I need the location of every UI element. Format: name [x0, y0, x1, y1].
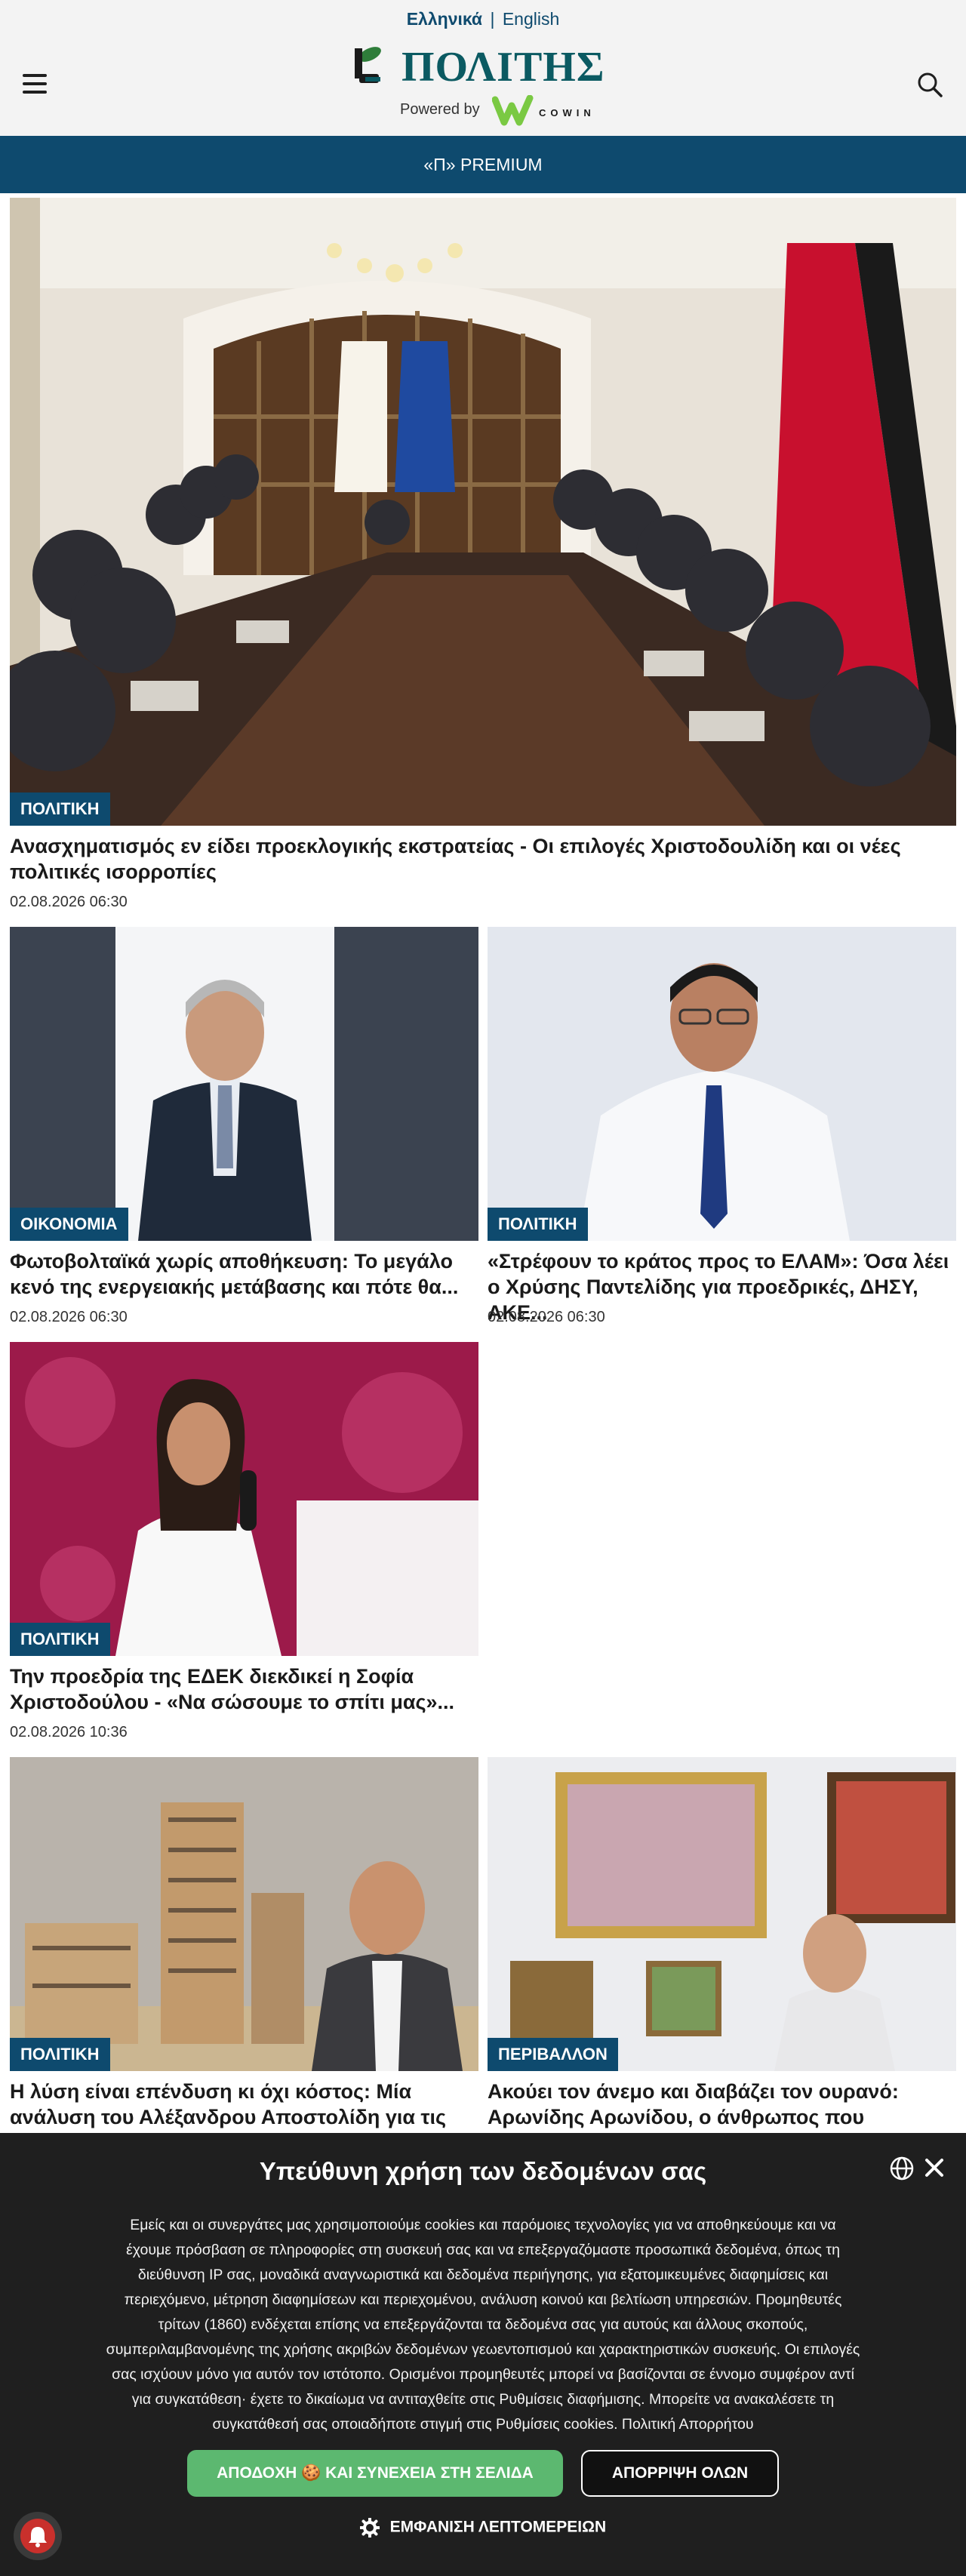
- article-image[interactable]: [10, 1757, 478, 2071]
- article-date: 02.08.2026 06:30: [10, 1309, 128, 1325]
- article-image[interactable]: [488, 1757, 956, 2071]
- cookie-consent-banner: Υπεύθυνη χρήση των δεδομένων σας Εμείς κ…: [0, 2133, 966, 2576]
- cookie-title: Υπεύθυνη χρήση των δεδομένων σας: [259, 2157, 707, 2185]
- lang-english-link[interactable]: English: [503, 9, 559, 29]
- article-image[interactable]: [10, 198, 956, 826]
- logo-mark-icon: [355, 47, 381, 83]
- article-image[interactable]: [10, 1342, 478, 1656]
- site-logo[interactable]: ΠΟΛΙΤΗΣ: [349, 44, 620, 91]
- show-details-button[interactable]: ΕΜΦΑΝΙΣΗ ΛΕΠΤΟΜΕΡΕΙΩΝ: [0, 2518, 966, 2538]
- article-date: 02.08.2026 06:30: [10, 894, 128, 910]
- article-card[interactable]: ΠΕΡΙΒΑΛΛΟΝ Ακούει τον άνεμο και διαβάζει…: [488, 1757, 956, 2154]
- article-card[interactable]: ΠΟΛΙΤΙΚΗ Ανασχηματισμός εν είδει προεκλο…: [10, 198, 956, 922]
- category-badge[interactable]: ΠΟΛΙΤΙΚΗ: [488, 1208, 588, 1241]
- show-details-label: ΕΜΦΑΝΙΣΗ ΛΕΠΤΟΜΕΡΕΙΩΝ: [389, 2518, 607, 2536]
- article-card[interactable]: ΠΟΛΙΤΙΚΗ Η λύση είναι επένδυση κι όχι κό…: [10, 1757, 478, 2133]
- reject-all-button[interactable]: ΑΠΟΡΡΙΨΗ ΟΛΩΝ: [581, 2450, 779, 2497]
- lang-greek-link[interactable]: Ελληνικά: [407, 9, 482, 29]
- language-switcher: Ελληνικά | English: [0, 9, 966, 29]
- article-card[interactable]: ΠΟΛΙΤΙΚΗ Την προεδρία της ΕΔΕΚ διεκδικεί…: [10, 1342, 478, 1750]
- cookie-description: Εμείς και οι συνεργάτες μας χρησιμοποιού…: [106, 2217, 860, 2433]
- accept-cookies-button[interactable]: ΑΠΟΔΟΧΗ 🍪 ΚΑΙ ΣΥΝΕΧΕΙΑ ΣΤΗ ΣΕΛΙΔΑ: [187, 2450, 563, 2497]
- article-image[interactable]: [10, 927, 478, 1241]
- powered-by: Powered by COWIN: [400, 95, 611, 128]
- sponsor-label: COWIN: [539, 107, 595, 118]
- globe-icon[interactable]: [889, 2156, 915, 2181]
- article-date: 02.08.2026 10:36: [10, 1724, 128, 1740]
- article-title[interactable]: Ανασχηματισμός εν είδει προεκλογικής εκσ…: [10, 833, 956, 885]
- article-image[interactable]: [488, 927, 956, 1241]
- article-card[interactable]: ΟΙΚΟΝΟΜΙΑ Φωτοβολταϊκά χωρίς αποθήκευση:…: [10, 927, 478, 1334]
- close-icon[interactable]: [922, 2156, 946, 2180]
- site-header: Ελληνικά | English ΠΟΛΙΤΗΣ Powered by CO…: [0, 0, 966, 136]
- category-badge[interactable]: ΠΕΡΙΒΑΛΛΟΝ: [488, 2038, 618, 2071]
- search-icon[interactable]: [916, 71, 943, 98]
- lang-separator: |: [490, 9, 495, 29]
- hamburger-icon[interactable]: [23, 74, 47, 94]
- category-badge[interactable]: ΟΙΚΟΝΟΜΙΑ: [10, 1208, 128, 1241]
- article-title[interactable]: Η λύση είναι επένδυση κι όχι κόστος: Μία…: [10, 2079, 478, 2130]
- gear-icon: [359, 2518, 380, 2538]
- premium-link[interactable]: «Π» PREMIUM: [0, 136, 966, 193]
- article-date: 02.08.2026 06:30: [488, 1309, 605, 1325]
- notification-bell-button[interactable]: [14, 2512, 62, 2560]
- bell-icon: [20, 2519, 55, 2553]
- category-badge[interactable]: ΠΟΛΙΤΙΚΗ: [10, 1623, 110, 1656]
- cowin-logo-icon: [492, 95, 534, 126]
- article-title[interactable]: Την προεδρία της ΕΔΕΚ διεκδικεί η Σοφία …: [10, 1663, 478, 1715]
- category-badge[interactable]: ΠΟΛΙΤΙΚΗ: [10, 792, 110, 826]
- article-card[interactable]: ΠΟΛΙΤΙΚΗ «Στρέφουν το κράτος προς το ΕΛΑ…: [488, 927, 956, 1334]
- article-title[interactable]: Φωτοβολταϊκά χωρίς αποθήκευση: Το μεγάλο…: [10, 1248, 478, 1300]
- logo-wordmark: ΠΟΛΙΤΗΣ: [401, 44, 605, 91]
- category-badge[interactable]: ΠΟΛΙΤΙΚΗ: [10, 2038, 110, 2071]
- powered-by-label: Powered by: [400, 101, 480, 118]
